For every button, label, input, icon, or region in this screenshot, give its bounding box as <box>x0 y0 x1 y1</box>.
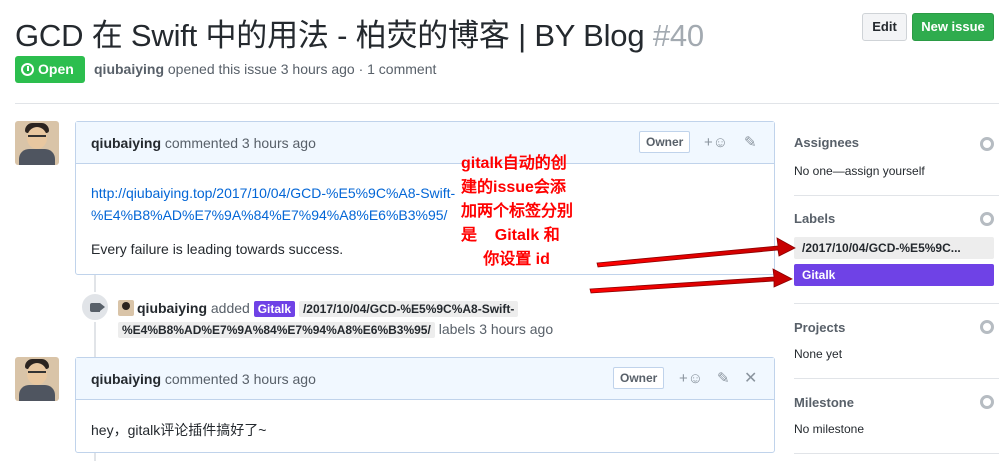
annotation-arrow <box>589 237 796 294</box>
annotation-arrows <box>589 237 796 294</box>
